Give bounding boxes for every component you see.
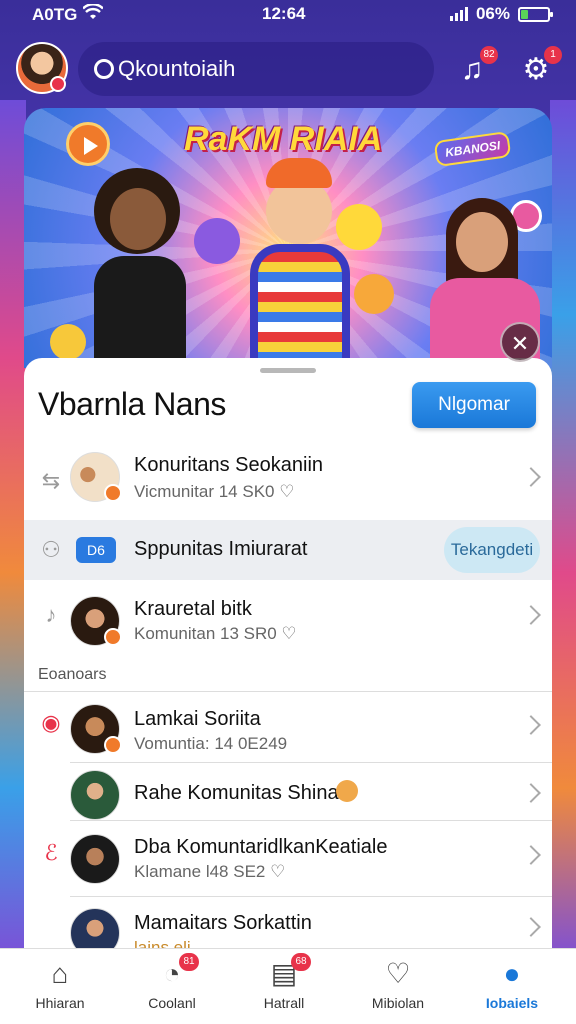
wifi-icon xyxy=(82,3,105,25)
person-body xyxy=(250,244,350,368)
item-name: Konuritans Seokaniin xyxy=(134,454,324,476)
section-divider xyxy=(24,691,552,692)
search-icon xyxy=(94,59,114,79)
chevron-right-icon xyxy=(521,783,541,803)
item-name: Sppunitas Imiurarat xyxy=(134,538,308,560)
avatar-badge xyxy=(104,628,122,646)
search-bar[interactable]: Qkountoiaih xyxy=(78,42,434,96)
chat-icon: ◔ 81 xyxy=(155,953,199,991)
nav-label: Iobaiels xyxy=(485,995,539,1011)
avatar-badge xyxy=(104,484,122,502)
community-sheet: Vbarnla Nans Nlgomar ⇆ Konuritans Seokan… xyxy=(24,358,552,950)
app-header: Qkountoiaih ♫ 82 ⚙ 1 xyxy=(0,38,576,102)
sheet-grabber[interactable] xyxy=(260,368,316,373)
banner-person-left xyxy=(54,168,204,368)
person-head xyxy=(110,188,166,250)
carrier-label: A0TG xyxy=(32,4,78,24)
row-divider xyxy=(70,896,552,897)
banner-title: RaKM RIAIA xyxy=(184,120,383,158)
bear-emoji-icon xyxy=(336,780,358,802)
heart-icon: ♡ xyxy=(385,958,411,989)
list-item[interactable]: Mamaitars Sorkattin lains eli xyxy=(24,898,552,950)
music-button[interactable]: ♫ 82 xyxy=(454,46,498,88)
list-item[interactable]: Rahe Komunitas Shinal xyxy=(24,764,552,828)
avatar xyxy=(70,770,120,820)
battery-fill xyxy=(521,9,528,19)
play-circle-icon: ◉ xyxy=(41,710,61,735)
tag-badge: D6 xyxy=(76,537,116,563)
status-bar: A0TG 12:64 06% xyxy=(0,0,576,30)
news-icon: ▤ 68 xyxy=(267,953,311,991)
item-subtitle: Klamane l48 SE2 ♡ xyxy=(134,862,286,881)
follow-button[interactable]: Tekangdeti xyxy=(444,527,540,573)
highlight-row[interactable]: ⚇ D6 Sppunitas Imiurarat Tekangdeti xyxy=(24,520,552,580)
nav-label: Hhiaran xyxy=(35,995,85,1011)
settings-button[interactable]: ⚙ 1 xyxy=(518,46,562,88)
item-subtitle: Komunitan 13 SR0 ♡ xyxy=(134,624,297,643)
nav-profile[interactable]: ● Iobaiels xyxy=(462,957,562,1011)
list-item[interactable]: ♪ Krauretal bitk Komunitan 13 SR0 ♡ xyxy=(24,584,552,660)
nav-news[interactable]: ▤ 68 Hatrall xyxy=(234,953,334,1011)
chevron-right-icon xyxy=(521,605,541,625)
avatar xyxy=(70,834,120,884)
battery-percent: 06% xyxy=(475,4,510,23)
side-glow-left xyxy=(0,100,26,960)
promo-banner[interactable]: RaKM RIAIA KBANOSI xyxy=(24,108,552,368)
shuffle-icon: ⇆ xyxy=(41,468,61,493)
profile-icon: ● xyxy=(503,958,521,989)
chevron-right-icon xyxy=(521,467,541,487)
item-subtitle: Vicmunitar 14 SK0 ♡ xyxy=(134,482,295,501)
carrier-group: A0TG xyxy=(32,3,105,25)
settings-badge: 1 xyxy=(544,46,562,64)
join-button[interactable]: Nlgomar xyxy=(412,382,536,428)
status-right: 06% xyxy=(449,4,553,24)
section-label: Eoanoars xyxy=(38,666,107,683)
chevron-right-icon xyxy=(521,917,541,937)
item-name: Rahe Komunitas Shinal xyxy=(134,782,344,804)
item-name: Lamkai Soriita xyxy=(134,708,261,730)
list-item[interactable]: ◉ Lamkai Soriita Vomuntia: 14 0E249 xyxy=(24,694,552,770)
avatar-badge xyxy=(104,736,122,754)
music-badge: 82 xyxy=(480,46,498,64)
banner-person-center xyxy=(236,158,366,368)
status-time: 12:64 xyxy=(262,4,306,23)
row-divider xyxy=(70,762,552,763)
bottom-nav: ⌂ Hhiaran ◔ 81 Coolanl ▤ 68 Hatrall ♡ Mibi… xyxy=(0,948,576,1024)
nav-favorites[interactable]: ♡ Mibiolan xyxy=(348,957,448,1011)
battery-icon xyxy=(518,6,553,22)
signal-icon xyxy=(449,7,468,21)
close-banner-button[interactable]: ✕ xyxy=(500,322,540,362)
search-input[interactable]: Qkountoiaih xyxy=(118,56,235,82)
nav-chat[interactable]: ◔ 81 Coolanl xyxy=(122,953,222,1011)
avatar xyxy=(70,908,120,950)
item-name: Dba KomuntaridlkanKeatiale xyxy=(134,836,388,858)
play-icon[interactable] xyxy=(66,122,110,166)
heart-link-icon: ℰ xyxy=(44,840,58,865)
person-body xyxy=(94,256,186,368)
chevron-right-icon xyxy=(521,845,541,865)
nav-label: Hatrall xyxy=(263,995,305,1011)
item-name: Mamaitars Sorkattin xyxy=(134,912,312,934)
nav-home[interactable]: ⌂ Hhiaran xyxy=(10,957,110,1011)
music-note-icon: ♪ xyxy=(45,602,57,627)
home-icon: ⌂ xyxy=(51,958,69,989)
sheet-title: Vbarnla Nans xyxy=(38,386,226,422)
list-item[interactable]: ℰ Dba KomuntaridlkanKeatiale Klamane l48… xyxy=(24,822,552,898)
nav-label: Coolanl xyxy=(148,995,196,1011)
person-head xyxy=(456,212,508,272)
item-subtitle: Vomuntia: 14 0E249 xyxy=(134,734,288,753)
list-item[interactable]: ⇆ Konuritans Seokaniin Vicmunitar 14 SK0… xyxy=(24,444,552,520)
nav-label: Mibiolan xyxy=(371,995,425,1011)
nav-badge: 81 xyxy=(179,953,199,971)
side-glow-right xyxy=(550,100,576,960)
chevron-right-icon xyxy=(521,715,541,735)
item-name: Krauretal bitk xyxy=(134,598,252,620)
person-cap xyxy=(266,158,332,188)
row-divider xyxy=(70,820,552,821)
person-icon: ⚇ xyxy=(41,537,61,562)
avatar-status-dot xyxy=(50,76,66,92)
nav-badge: 68 xyxy=(291,953,311,971)
